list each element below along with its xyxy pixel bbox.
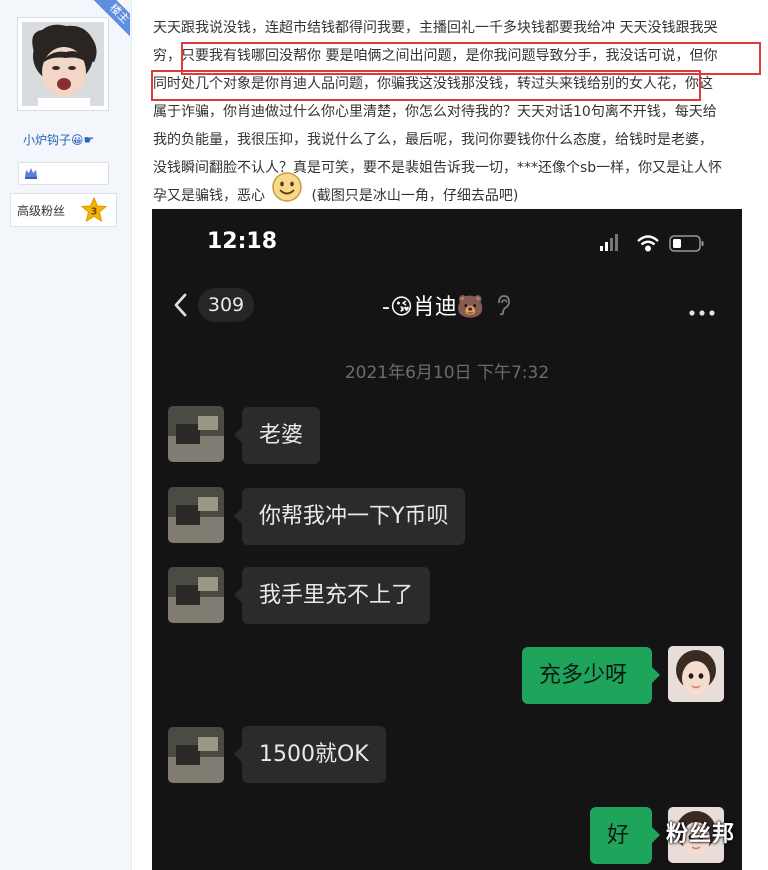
status-bar-icons bbox=[598, 233, 708, 257]
received-message[interactable]: 我手里充不上了 bbox=[234, 567, 431, 624]
sent-message[interactable]: 好 bbox=[590, 807, 660, 864]
chat-screenshot: 12:18 309 -😘肖迪🐻 2021年6月10日 下午7:32 老婆 你帮我… bbox=[152, 209, 742, 870]
fan-level-star-icon: 3 bbox=[80, 196, 108, 227]
message-text: 1500就OK bbox=[259, 742, 369, 767]
post-line: 没钱瞬间翻脸不认人？真是可笑，要不是裴姐告诉我一切，***还像个sb一样，你又是… bbox=[153, 160, 723, 176]
contact-avatar[interactable] bbox=[168, 567, 224, 623]
signal-icon bbox=[600, 234, 618, 251]
crown-badge-icon bbox=[23, 165, 39, 185]
chat-title-text: -😘肖迪🐻 bbox=[382, 295, 485, 320]
original-poster-badge: 楼主 bbox=[92, 0, 130, 41]
my-avatar[interactable] bbox=[668, 646, 724, 702]
post-line: 属于诈骗，你肖迪做过什么你心里清楚，你怎么对待我的？天天对话10句离不开钱，每天… bbox=[153, 104, 717, 120]
ear-icon bbox=[495, 294, 511, 322]
wifi-icon bbox=[637, 235, 659, 252]
back-chevron-icon[interactable] bbox=[170, 288, 190, 326]
fan-level-box[interactable]: 高级粉丝 3 bbox=[10, 193, 117, 227]
chat-title: -😘肖迪🐻 bbox=[382, 289, 511, 322]
received-message[interactable]: 1500就OK bbox=[234, 726, 386, 783]
original-poster-ribbon: 楼主 bbox=[86, 0, 130, 42]
chat-timestamp: 2021年6月10日 下午7:32 bbox=[344, 363, 550, 383]
received-message[interactable]: 你帮我冲一下Y币呗 bbox=[234, 488, 466, 545]
author-sidebar: 楼主 小炉钩子😀☛ 高级粉丝 3 bbox=[0, 0, 132, 870]
message-text: 你帮我冲一下Y币呗 bbox=[259, 504, 449, 529]
post-line: 我的负能量，我很压抑，我说什么了么，最后呢，我问你要钱你什么态度，给钱时是老婆， bbox=[153, 132, 713, 148]
message-text: 好 bbox=[607, 823, 630, 848]
message-text: 我手里充不上了 bbox=[259, 583, 414, 608]
status-bar-time: 12:18 bbox=[207, 229, 278, 254]
more-options-icon[interactable] bbox=[688, 302, 716, 321]
watermark: 粉丝邦 bbox=[666, 822, 736, 847]
fan-level-number: 3 bbox=[91, 207, 98, 218]
post-line: 天天跟我说没钱，连超市结钱都得问我要，主播回礼一千多块钱都要我给冲 天天没钱跟我… bbox=[153, 20, 718, 36]
message-text: 充多少呀 bbox=[539, 663, 628, 688]
unread-count-badge[interactable]: 309 bbox=[198, 288, 254, 322]
contact-avatar[interactable] bbox=[168, 406, 224, 462]
post-line-last: 孕又是骗钱，恶心 (截图只是冰山一角，仔细去品吧) bbox=[153, 182, 753, 210]
member-badge-box[interactable] bbox=[18, 162, 109, 185]
smile-emoji-icon bbox=[271, 171, 303, 207]
post-line-text: 孕又是骗钱，恶心 bbox=[153, 188, 265, 204]
post-caption: (截图只是冰山一角，仔细去品吧) bbox=[307, 188, 519, 204]
contact-avatar[interactable] bbox=[168, 727, 224, 783]
fan-level-label: 高级粉丝 bbox=[17, 204, 66, 218]
contact-avatar[interactable] bbox=[168, 487, 224, 543]
sent-message[interactable]: 充多少呀 bbox=[522, 647, 660, 704]
post-body: 天天跟我说没钱，连超市结钱都得问我要，主播回礼一千多块钱都要我给冲 天天没钱跟我… bbox=[153, 14, 753, 210]
author-username[interactable]: 小炉钩子😀☛ bbox=[23, 131, 94, 148]
message-text: 老婆 bbox=[259, 423, 304, 448]
received-message[interactable]: 老婆 bbox=[234, 407, 321, 464]
post-line: 穷，只要我有钱哪回没帮你 要是咱俩之间出问题，是你我问题导致分手，我没话可说，但… bbox=[153, 48, 718, 64]
post-line: 同时处几个对象是你肖迪人品问题，你骗我这没钱那没钱，转过头来钱给别的女人花，你这 bbox=[153, 76, 713, 92]
battery-icon bbox=[669, 235, 704, 252]
